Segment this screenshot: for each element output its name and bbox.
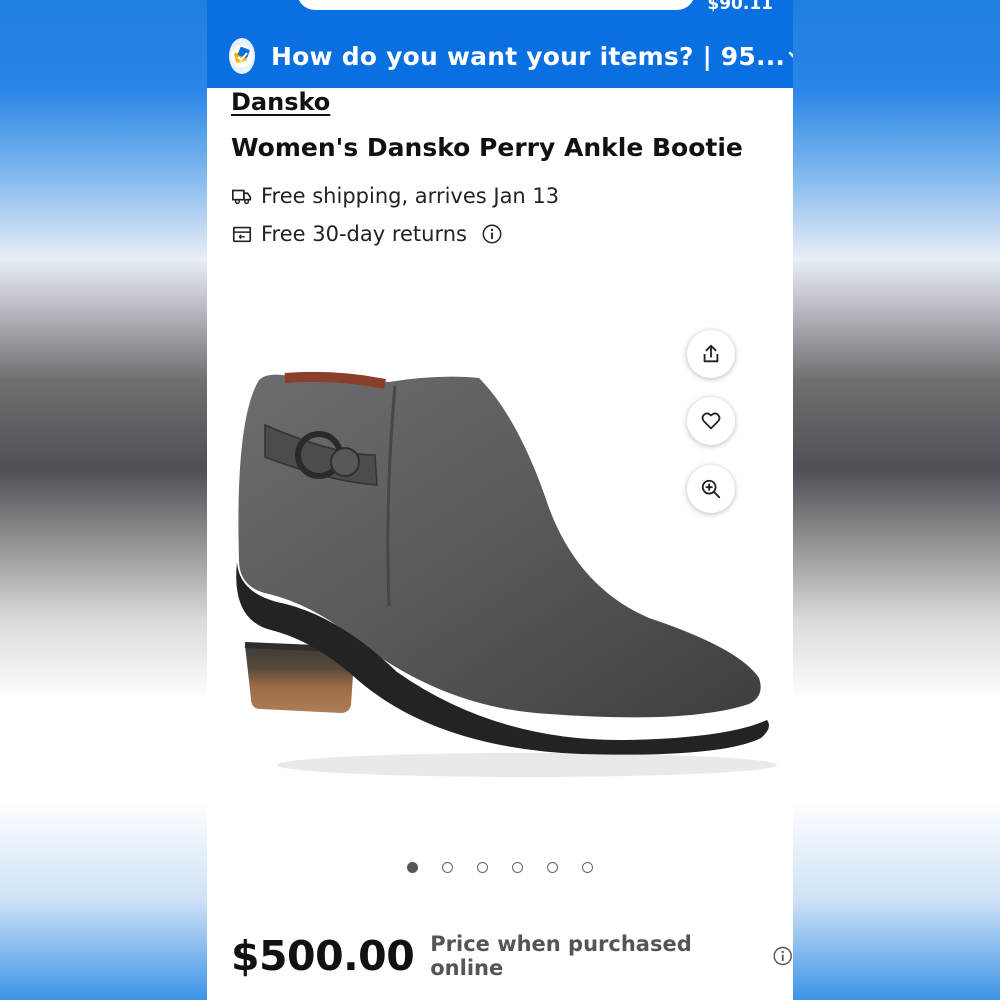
info-icon[interactable] bbox=[772, 945, 793, 967]
share-icon bbox=[703, 344, 719, 363]
carousel-dot-3[interactable] bbox=[477, 862, 488, 873]
product-page: $90.11 How do you want your items? | 95.… bbox=[207, 0, 793, 1000]
product-price: $500.00 bbox=[231, 932, 415, 980]
cart-total[interactable]: $90.11 bbox=[707, 0, 773, 14]
delivery-prompt: How do you want your items? | 95... bbox=[271, 41, 786, 71]
info-icon[interactable] bbox=[481, 223, 503, 245]
search-bar[interactable] bbox=[297, 0, 695, 10]
shipping-text: Free shipping, arrives Jan 13 bbox=[261, 184, 560, 208]
shipping-info: Free shipping, arrives Jan 13 bbox=[231, 184, 559, 208]
carousel-dot-2[interactable] bbox=[442, 862, 453, 873]
chevron-down-icon bbox=[785, 42, 793, 70]
price-note: Price when purchased online bbox=[430, 932, 692, 980]
returns-info: Free 30-day returns bbox=[231, 222, 503, 246]
delivery-selector[interactable]: How do you want your items? | 95... bbox=[229, 36, 793, 76]
returns-box-icon bbox=[232, 226, 252, 243]
carousel-dot-5[interactable] bbox=[547, 862, 558, 873]
carousel-dot-4[interactable] bbox=[512, 862, 523, 873]
returns-text: Free 30-day returns bbox=[261, 222, 467, 246]
product-image-boot[interactable] bbox=[227, 300, 777, 800]
brand-link[interactable]: Dansko bbox=[231, 88, 330, 116]
share-button[interactable] bbox=[687, 330, 735, 378]
carousel-dot-1[interactable] bbox=[407, 862, 418, 873]
delivery-option-icon bbox=[229, 38, 255, 74]
price-section: $500.00 Price when purchased online bbox=[231, 932, 793, 980]
heart-icon bbox=[701, 412, 721, 430]
product-title: Women's Dansko Perry Ankle Bootie bbox=[231, 133, 743, 162]
zoom-button[interactable] bbox=[687, 465, 735, 513]
header-bar: $90.11 How do you want your items? | 95.… bbox=[207, 0, 793, 88]
carousel-dot-6[interactable] bbox=[582, 862, 593, 873]
favorite-button[interactable] bbox=[687, 397, 735, 445]
zoom-in-icon bbox=[701, 479, 721, 499]
image-carousel-indicator bbox=[207, 862, 793, 873]
truck-icon bbox=[232, 189, 252, 205]
